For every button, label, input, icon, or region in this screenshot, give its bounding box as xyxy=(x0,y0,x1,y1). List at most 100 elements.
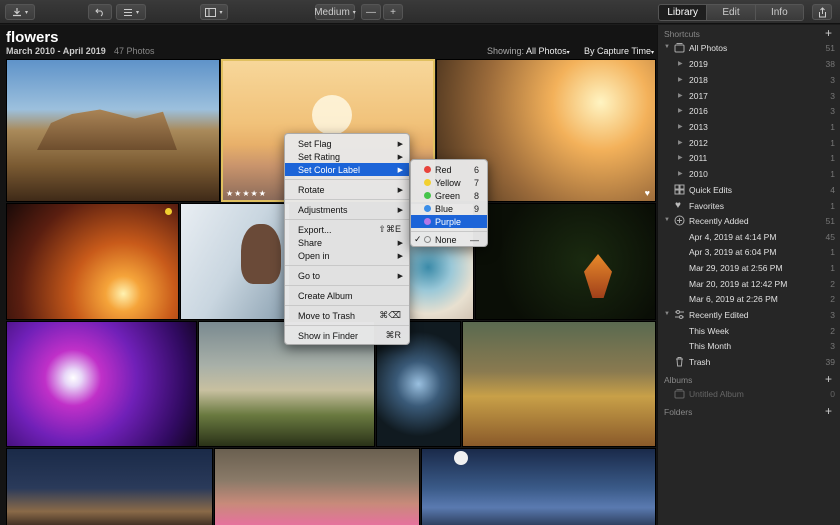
menu-item-open-in[interactable]: Open in ▶ xyxy=(285,249,409,262)
zoom-out-button[interactable]: — xyxy=(361,4,381,20)
menu-item-rotate[interactable]: Rotate ▶ xyxy=(285,183,409,196)
showing-label: Showing: xyxy=(487,46,525,56)
menu-item-set-rating[interactable]: Set Rating ▶ xyxy=(285,150,409,163)
disclosure-triangle-icon[interactable]: ▶ xyxy=(678,170,683,177)
sidebar-item-label: Mar 20, 2019 at 12:42 PM xyxy=(689,279,788,289)
sidebar-item-year[interactable]: ▶ 2010 1 xyxy=(658,167,840,182)
back-button[interactable] xyxy=(88,4,112,20)
menu-item-go-to[interactable]: Go to ▶ xyxy=(285,269,409,282)
sidebar-item-year[interactable]: ▶ 2013 1 xyxy=(658,120,840,135)
disclosure-triangle-icon[interactable]: ▶ xyxy=(678,92,683,99)
sidebar-item-this-week[interactable]: This Week 2 xyxy=(658,324,840,339)
disclosure-triangle-icon[interactable]: ▼ xyxy=(664,217,670,223)
menu-item-set-color-label[interactable]: Set Color Label ▶ xyxy=(285,163,409,176)
shortcut-label: 7 xyxy=(473,177,479,188)
photo-thumbnail[interactable] xyxy=(6,321,197,447)
tab-info[interactable]: Info xyxy=(755,5,803,20)
sidebar-item-recently-edited[interactable]: ▼ Recently Edited 3 xyxy=(658,308,840,323)
grid-icon xyxy=(674,184,685,195)
disclosure-triangle-icon[interactable]: ▶ xyxy=(678,107,683,114)
color-option-red[interactable]: Red 6 xyxy=(411,163,487,176)
sort-menu-button[interactable]: ▾ xyxy=(116,4,146,20)
menu-item-show-in-finder[interactable]: Show in Finder ⌘R xyxy=(285,329,409,342)
color-label: Blue xyxy=(435,203,454,214)
disclosure-triangle-icon[interactable]: ▼ xyxy=(664,311,670,317)
sidebar-item-count: 1 xyxy=(830,201,835,211)
sidebar-item-year[interactable]: ▶ 2016 3 xyxy=(658,104,840,119)
color-option-yellow[interactable]: Yellow 7 xyxy=(411,176,487,189)
sidebar-item-untitled-album[interactable]: Untitled Album 0 xyxy=(658,387,840,402)
add-shortcut-button[interactable]: + xyxy=(825,27,832,39)
photo-thumbnail[interactable] xyxy=(6,59,220,202)
zoom-select[interactable]: Medium ▾ xyxy=(314,4,356,20)
sidebar-item-year[interactable]: ▶ 2019 38 xyxy=(658,57,840,72)
menu-item-move-to-trash[interactable]: Move to Trash ⌘⌫ xyxy=(285,309,409,322)
sidebar-item-label: Recently Edited xyxy=(689,310,749,320)
sidebar-item-recent-date[interactable]: Apr 3, 2019 at 6:04 PM 1 xyxy=(658,245,840,260)
sidebar-item-recent-date[interactable]: Mar 6, 2019 at 2:26 PM 2 xyxy=(658,292,840,307)
disclosure-triangle-icon[interactable]: ▶ xyxy=(678,154,683,161)
disclosure-triangle-icon[interactable]: ▼ xyxy=(664,44,670,50)
menu-item-adjustments[interactable]: Adjustments ▶ xyxy=(285,203,409,216)
sidebar-item-recently-added[interactable]: ▼ Recently Added 51 xyxy=(658,214,840,229)
menu-separator xyxy=(285,305,409,306)
sidebar-item-recent-date[interactable]: Apr 4, 2019 at 4:14 PM 45 xyxy=(658,230,840,245)
disclosure-triangle-icon[interactable]: ▶ xyxy=(678,123,683,130)
menu-item-label: Share xyxy=(298,237,323,248)
zoom-label: Medium xyxy=(314,6,350,18)
sidebar-item-label: 2018 xyxy=(689,75,708,85)
tab-edit[interactable]: Edit xyxy=(707,5,756,20)
add-album-button[interactable]: + xyxy=(825,373,832,385)
photo-thumbnail[interactable] xyxy=(462,321,656,447)
sidebar-item-count: 2 xyxy=(830,279,835,289)
sidebar-item-all-photos[interactable]: ▼ All Photos 51 xyxy=(658,41,840,56)
submenu-arrow-icon: ▶ xyxy=(397,239,403,247)
sidebar-item-recent-date[interactable]: Mar 20, 2019 at 12:42 PM 2 xyxy=(658,277,840,292)
disclosure-triangle-icon[interactable]: ▶ xyxy=(678,60,683,67)
sort-select[interactable]: By Capture Time▾ xyxy=(584,46,654,56)
sidebar-item-label: Apr 3, 2019 at 6:04 PM xyxy=(689,247,777,257)
sidebar-item-favorites[interactable]: ♥ Favorites 1 xyxy=(658,199,840,214)
disclosure-triangle-icon[interactable]: ▶ xyxy=(678,76,683,83)
color-option-blue[interactable]: Blue 9 xyxy=(411,202,487,215)
menu-separator xyxy=(285,325,409,326)
sidebar-toggle-button[interactable]: ▾ xyxy=(200,4,228,20)
sidebar-item-quick-edits[interactable]: Quick Edits 4 xyxy=(658,183,840,198)
share-button[interactable] xyxy=(812,4,832,20)
rating-stars: ★★★★★ xyxy=(226,189,267,198)
sidebar-item-year[interactable]: ▶ 2018 3 xyxy=(658,73,840,88)
sidebar-item-this-month[interactable]: This Month 3 xyxy=(658,339,840,354)
tab-library[interactable]: Library xyxy=(659,5,708,20)
menu-item-create-album[interactable]: Create Album xyxy=(285,289,409,302)
download-icon xyxy=(12,8,21,17)
albums-header: Albums xyxy=(664,375,693,385)
photo-thumbnail[interactable] xyxy=(6,448,213,525)
photos-stack-icon xyxy=(674,43,685,53)
zoom-in-button[interactable]: + xyxy=(383,4,403,20)
sidebar-item-year[interactable]: ▶ 2011 1 xyxy=(658,151,840,166)
menu-item-export[interactable]: Export... ⇧⌘E xyxy=(285,223,409,236)
menu-item-set-flag[interactable]: Set Flag ▶ xyxy=(285,137,409,150)
menu-item-share[interactable]: Share ▶ xyxy=(285,236,409,249)
color-option-purple[interactable]: Purple xyxy=(411,215,487,228)
color-option-none[interactable]: ✓ None — xyxy=(411,233,487,246)
import-button[interactable]: ▾ xyxy=(5,4,35,20)
photo-thumbnail[interactable] xyxy=(180,203,290,320)
photo-thumbnail[interactable] xyxy=(214,448,420,525)
sidebar-item-year[interactable]: ▶ 2012 1 xyxy=(658,136,840,151)
sidebar-item-trash[interactable]: Trash 39 xyxy=(658,355,840,370)
disclosure-triangle-icon[interactable]: ▶ xyxy=(678,139,683,146)
sidebar-item-year[interactable]: ▶ 2017 3 xyxy=(658,89,840,104)
submenu-arrow-icon: ▶ xyxy=(397,166,403,174)
sidebar-item-recent-date[interactable]: Mar 29, 2019 at 2:56 PM 1 xyxy=(658,261,840,276)
sidebar-item-label: Favorites xyxy=(689,201,724,211)
favorite-heart-icon[interactable]: ♥ xyxy=(645,188,650,198)
photo-thumbnail[interactable] xyxy=(421,448,656,525)
list-icon xyxy=(123,8,132,16)
sidebar-item-count: 1 xyxy=(830,138,835,148)
add-folder-button[interactable]: + xyxy=(825,405,832,417)
color-option-green[interactable]: Green 8 xyxy=(411,189,487,202)
showing-filter[interactable]: Showing: All Photos▾ xyxy=(487,46,570,56)
photo-thumbnail[interactable] xyxy=(6,203,179,320)
photo-thumbnail[interactable] xyxy=(475,203,656,320)
